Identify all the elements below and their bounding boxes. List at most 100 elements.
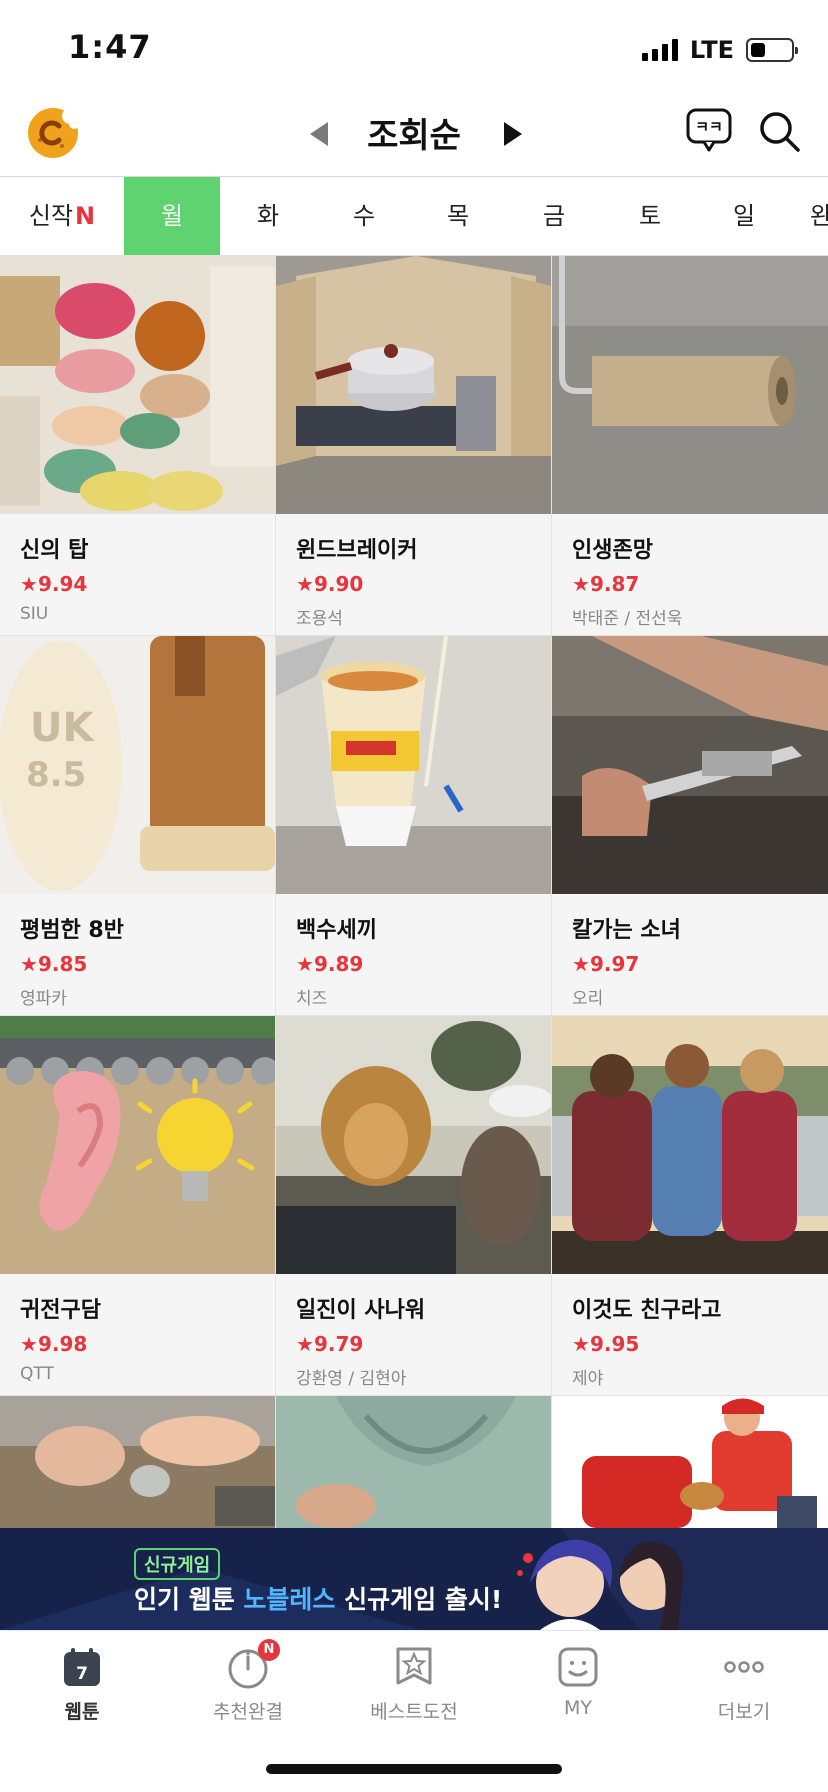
tab-tuesday[interactable]: 화: [220, 177, 316, 255]
chevron-right-icon[interactable]: [494, 116, 530, 152]
webtoon-rating: ★9.87: [572, 572, 808, 596]
nav-label: MY: [564, 1697, 592, 1719]
webtoon-info: 이것도 친구라고 ★9.95 제야: [552, 1274, 828, 1396]
star-icon: ★: [20, 952, 38, 976]
star-icon: ★: [296, 572, 314, 596]
tab-sunday[interactable]: 일: [696, 177, 792, 255]
webtoon-card[interactable]: 백수세끼 ★9.89 치즈: [276, 636, 551, 1016]
nav-recommended-completed[interactable]: N 추천완결: [188, 1639, 308, 1724]
tab-thursday[interactable]: 목: [410, 177, 506, 255]
webtoon-card[interactable]: 귀전구담 ★9.98 QTT: [0, 1016, 275, 1396]
star-icon: ★: [296, 952, 314, 976]
webtoon-card[interactable]: [552, 1396, 828, 1528]
webtoon-info: 윈드브레이커 ★9.90 조용석: [276, 514, 551, 636]
logo-icon[interactable]: [26, 106, 80, 160]
webtoon-thumbnail: [0, 256, 275, 514]
webtoon-thumbnail: [552, 1396, 828, 1528]
tab-saturday[interactable]: 토: [602, 177, 698, 255]
nav-badge: N: [258, 1639, 280, 1661]
webtoon-card[interactable]: 인생존망 ★9.87 박태준 / 전선욱: [552, 256, 828, 636]
rating-value: 9.98: [37, 1332, 88, 1356]
webtoon-rating: ★9.94: [20, 572, 255, 596]
webtoon-rating: ★9.89: [296, 952, 531, 976]
sort-title[interactable]: 조회순: [340, 108, 488, 157]
more-dots-icon: [724, 1661, 764, 1673]
webtoon-author: QTT: [20, 1364, 54, 1384]
webtoon-thumbnail: [552, 256, 828, 514]
banner-text-part: 신규게임 출시!: [335, 1585, 503, 1614]
thumb-text: UK: [30, 705, 95, 751]
webtoon-thumbnail: [276, 1016, 551, 1274]
webtoon-card[interactable]: [276, 1396, 551, 1528]
grid-divider: [0, 635, 828, 636]
webtoon-author: 치즈: [296, 989, 328, 1009]
webtoon-card[interactable]: 이것도 친구라고 ★9.95 제야: [552, 1016, 828, 1396]
star-icon: ★: [572, 952, 590, 976]
status-indicators: LTE: [641, 36, 798, 64]
webtoon-rating: ★9.97: [572, 952, 808, 976]
webtoon-info: 신의 탑 ★9.94 SIU: [0, 514, 275, 636]
webtoon-title: 이것도 친구라고: [572, 1298, 722, 1323]
tab-wednesday[interactable]: 수: [316, 177, 412, 255]
grid-divider: [0, 1395, 828, 1396]
webtoon-author: 강환영 / 김현아: [296, 1369, 407, 1389]
webtoon-card[interactable]: UK 8.5 평범한 8반 ★9.85 영파카: [0, 636, 275, 1016]
signal-icon: [641, 39, 678, 61]
rating-value: 9.94: [37, 572, 88, 596]
webtoon-thumbnail: [0, 1016, 275, 1274]
webtoon-thumbnail: UK 8.5: [0, 636, 275, 894]
webtoon-card[interactable]: 신의 탑 ★9.94 SIU: [0, 256, 275, 636]
webtoon-grid: 신의 탑 ★9.94 SIU 윈드브레이커 ★9.90 조용석 인생존망 ★9.…: [0, 256, 828, 1528]
webtoon-thumbnail: [276, 1396, 551, 1528]
webtoon-author: 조용석: [296, 609, 343, 629]
webtoon-title: 귀전구담: [20, 1298, 101, 1323]
tab-new[interactable]: 신작N: [0, 177, 124, 255]
nav-best-challenge[interactable]: 베스트도전: [354, 1645, 474, 1724]
webtoon-info: 평범한 8반 ★9.85 영파카: [0, 894, 275, 1016]
webtoon-card[interactable]: 칼가는 소녀 ★9.97 오리: [552, 636, 828, 1016]
webtoon-info: 일진이 사나워 ★9.79 강환영 / 김현아: [276, 1274, 551, 1396]
battery-level: [751, 43, 765, 57]
network-label: LTE: [689, 36, 734, 64]
chat-icon: ㅋㅋ: [686, 108, 732, 152]
rating-value: 9.90: [313, 572, 364, 596]
webtoon-title: 인생존망: [572, 538, 653, 563]
webtoon-author: SIU: [20, 604, 49, 624]
webtoon-info: 귀전구담 ★9.98 QTT: [0, 1274, 275, 1396]
webtoon-author: 영파카: [20, 989, 67, 1009]
chat-button[interactable]: ㅋㅋ: [684, 106, 734, 156]
webtoon-rating: ★9.95: [572, 1332, 808, 1356]
rating-value: 9.79: [313, 1332, 364, 1356]
search-icon[interactable]: [756, 108, 802, 154]
banner-tag: 신규게임: [134, 1548, 221, 1580]
webtoon-card[interactable]: 윈드브레이커 ★9.90 조용석: [276, 256, 551, 636]
webtoon-thumbnail: [276, 636, 551, 894]
tab-friday[interactable]: 금: [506, 177, 602, 255]
webtoon-card[interactable]: [0, 1396, 275, 1528]
rating-value: 9.89: [313, 952, 364, 976]
star-icon: ★: [20, 572, 38, 596]
home-indicator[interactable]: [266, 1764, 562, 1774]
nav-my[interactable]: MY: [518, 1645, 638, 1719]
nav-webtoon[interactable]: 7 웹툰: [22, 1645, 142, 1724]
webtoon-author: 오리: [572, 989, 604, 1009]
webtoon-title: 평범한 8반: [20, 918, 124, 943]
banner-text: 인기 웹툰 노블레스 신규게임 출시!: [134, 1580, 502, 1616]
tab-completed[interactable]: 완: [810, 177, 828, 255]
chevron-left-icon[interactable]: [302, 116, 338, 152]
grid-divider: [275, 256, 276, 1528]
promo-banner[interactable]: 신규게임 인기 웹툰 노블레스 신규게임 출시!: [0, 1528, 828, 1630]
tab-monday[interactable]: 월: [124, 177, 220, 255]
chat-icon-text: ㅋㅋ: [695, 118, 723, 136]
tab-label: 신작: [28, 202, 74, 230]
star-icon: ★: [572, 572, 590, 596]
nav-more[interactable]: 더보기: [684, 1645, 804, 1724]
rating-value: 9.97: [589, 952, 640, 976]
webtoon-rating: ★9.98: [20, 1332, 255, 1356]
day-tabs: 신작N 월 화 수 목 금 토 일 완: [0, 176, 828, 256]
nav-label: 추천완결: [213, 1701, 283, 1723]
bookmark-star-icon: [396, 1647, 432, 1685]
webtoon-card[interactable]: 일진이 사나워 ★9.79 강환영 / 김현아: [276, 1016, 551, 1396]
new-badge: N: [75, 202, 96, 230]
webtoon-info: 칼가는 소녀 ★9.97 오리: [552, 894, 828, 1016]
